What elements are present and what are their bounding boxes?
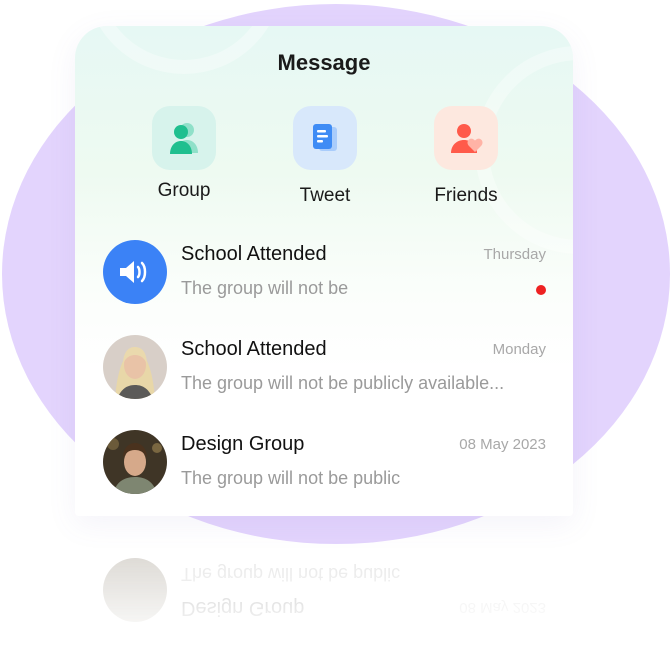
document-icon <box>313 124 337 151</box>
shortcut-tweet-tile[interactable] <box>293 106 357 170</box>
avatar <box>103 335 167 399</box>
shortcut-group-tile[interactable] <box>152 106 216 170</box>
shortcut-friends-label: Friends <box>434 185 498 206</box>
avatar <box>103 558 167 622</box>
message-name: Design Group <box>181 433 305 455</box>
reflection-time: 08 May 2023 <box>459 599 546 616</box>
speaker-icon <box>120 261 147 283</box>
group-icon <box>170 123 198 154</box>
friend-heart-icon <box>451 124 483 153</box>
message-name: School Attended <box>181 243 327 265</box>
message-time: 08 May 2023 <box>459 436 546 453</box>
avatar <box>103 240 167 304</box>
message-row[interactable]: Design Group 08 May 2023 The group will … <box>75 430 573 516</box>
message-preview: The group will not be <box>181 278 349 298</box>
unread-dot <box>536 285 546 295</box>
message-row[interactable]: School Attended Monday The group will no… <box>75 335 573 429</box>
shortcut-tweet-label: Tweet <box>299 185 351 206</box>
message-row[interactable]: School Attended Thursday The group will … <box>75 240 573 334</box>
card-reflection: Design Group 08 May 2023 The group will … <box>75 520 573 646</box>
shortcut-friends[interactable]: Friends <box>416 106 516 207</box>
avatar <box>103 430 167 494</box>
shortcut-friends-tile[interactable] <box>434 106 498 170</box>
shortcut-tweet[interactable]: Tweet <box>275 106 375 207</box>
message-time: Thursday <box>483 246 546 263</box>
shortcut-group[interactable]: Group <box>134 106 234 202</box>
message-preview: The group will not be public <box>181 468 401 488</box>
user-photo-woman <box>103 335 167 399</box>
reflection-row: Design Group 08 May 2023 The group will … <box>75 528 573 622</box>
message-time: Monday <box>492 341 546 358</box>
message-name: School Attended <box>181 338 327 360</box>
reflection-content: Design Group 08 May 2023 The group will … <box>75 520 573 622</box>
shortcut-group-label: Group <box>157 180 211 201</box>
message-card: Message Group Tweet Friends School Atten… <box>75 26 573 516</box>
page-title: Message <box>277 50 371 75</box>
reflection-name: Design Group <box>181 597 305 619</box>
user-photo-man <box>103 430 167 494</box>
message-preview: The group will not be publicly available… <box>181 373 505 393</box>
reflection-preview: The group will not be public <box>181 564 401 584</box>
